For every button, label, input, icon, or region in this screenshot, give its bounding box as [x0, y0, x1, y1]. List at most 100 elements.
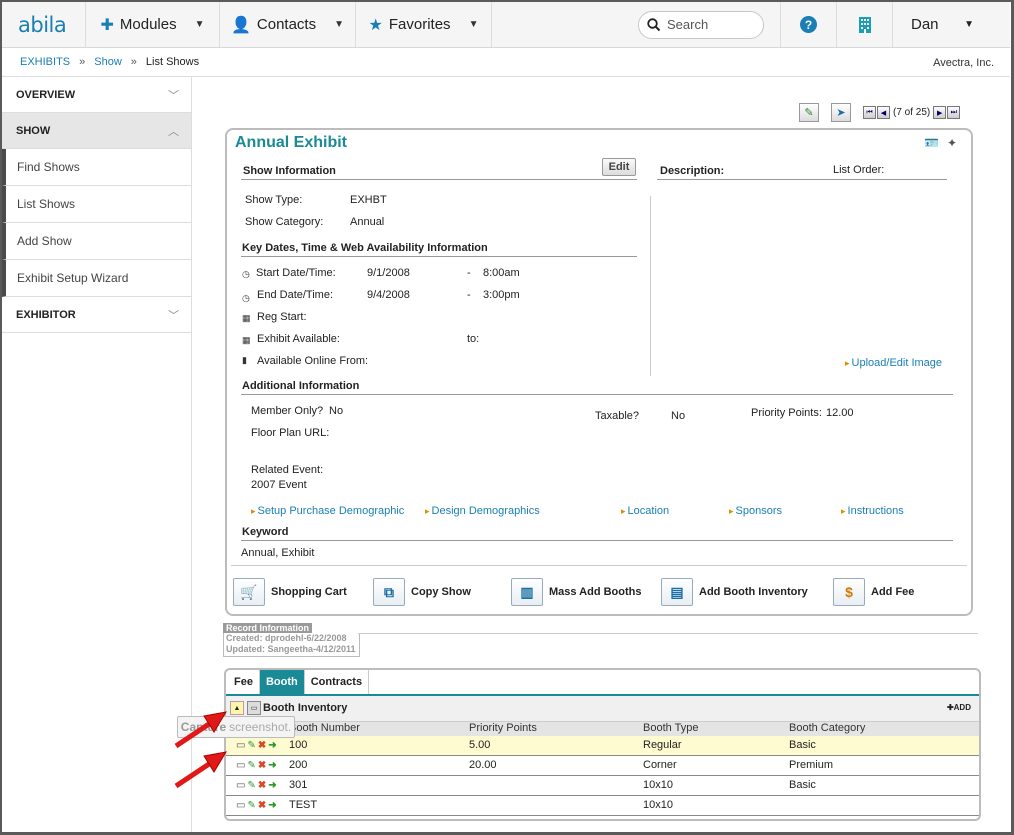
- keyword-value: Annual, Exhibit: [241, 547, 315, 559]
- table-row[interactable]: ▭ ✎ ✖ ➜ TEST 10x10: [226, 796, 979, 816]
- action-label: Copy Show: [411, 586, 471, 598]
- tab-fee[interactable]: Fee: [228, 670, 260, 694]
- sidebar-item-label: Exhibit Setup Wizard: [17, 271, 129, 285]
- shopping-cart-action[interactable]: 🛒 Shopping Cart: [233, 578, 347, 606]
- organization-button[interactable]: [836, 2, 892, 47]
- contacts-menu[interactable]: 👤 Contacts ▼: [220, 2, 356, 47]
- breadcrumb: EXHIBITS » Show » List Shows Avectra, In…: [2, 48, 1010, 77]
- table-row[interactable]: ▭ ✎ ✖ ➜ 200 20.00 Corner Premium: [226, 756, 979, 776]
- sidebar-item-add-show[interactable]: Add Show: [2, 223, 191, 260]
- favorites-menu[interactable]: ★ Favorites ▼: [356, 2, 492, 47]
- pencil-icon[interactable]: ✎: [247, 760, 255, 771]
- arrow-right-icon[interactable]: ➜: [268, 760, 276, 771]
- pencil-icon[interactable]: ✎: [247, 740, 255, 751]
- floor-plan-label: Floor Plan URL:: [251, 427, 330, 439]
- upload-image-link[interactable]: Upload/Edit Image: [845, 357, 943, 369]
- related-event-value[interactable]: 2007 Event: [251, 479, 307, 491]
- copy-show-action[interactable]: ⧉ Copy Show: [373, 578, 471, 606]
- column-header[interactable]: Booth Category: [789, 722, 865, 734]
- building-icon: [858, 16, 871, 33]
- chevron-down-icon: ﹀: [168, 89, 179, 102]
- search-placeholder: Search: [667, 17, 709, 32]
- folder-icon[interactable]: ▭: [236, 780, 245, 791]
- column-header[interactable]: Booth Type: [643, 722, 698, 734]
- tab-contracts[interactable]: Contracts: [305, 670, 370, 694]
- column-header[interactable]: Priority Points: [469, 722, 537, 734]
- add-booth-inventory-action[interactable]: ▤ Add Booth Inventory: [661, 578, 808, 606]
- sidebar-item-find-shows[interactable]: Find Shows: [2, 149, 191, 186]
- booth-inventory-icon: ▤: [661, 578, 693, 606]
- breadcrumb-show[interactable]: Show: [94, 56, 122, 68]
- document-icon: ▮: [242, 355, 247, 365]
- priority-points: 20.00: [469, 759, 497, 771]
- help-button[interactable]: ?: [780, 2, 836, 47]
- booths-icon: ▥: [511, 578, 543, 606]
- design-demographics-link[interactable]: Design Demographics: [425, 505, 540, 517]
- sidebar-item-list-shows[interactable]: List Shows: [2, 186, 191, 223]
- show-information-heading: Show Information: [243, 165, 336, 177]
- sidebar-item-exhibit-setup-wizard[interactable]: Exhibit Setup Wizard: [2, 260, 191, 297]
- list-order-label: List Order:: [833, 164, 885, 176]
- tab-booth[interactable]: Booth: [259, 670, 305, 694]
- arrow-right-icon[interactable]: ➜: [268, 780, 276, 791]
- pencil-icon[interactable]: ✎: [247, 780, 255, 791]
- pencil-icon[interactable]: ✎: [247, 800, 255, 811]
- search-input[interactable]: Search: [638, 10, 764, 39]
- next-record-button[interactable]: ▶: [933, 106, 947, 119]
- folder-icon[interactable]: ▭: [236, 740, 245, 751]
- collapse-button[interactable]: ▲: [230, 701, 244, 715]
- column-header[interactable]: Booth Number: [289, 722, 360, 734]
- profile-card-icon[interactable]: 🪪: [924, 136, 939, 150]
- modules-menu[interactable]: ✚ Modules ▼: [86, 2, 220, 47]
- user-menu[interactable]: Dan ▼: [892, 2, 990, 47]
- search-icon: [647, 17, 661, 31]
- cursor-icon: ➤: [836, 107, 846, 119]
- folder-icon[interactable]: ▭: [236, 760, 245, 771]
- window-button[interactable]: ▭: [247, 701, 261, 715]
- arrow-right-icon[interactable]: ➜: [268, 740, 276, 751]
- location-link[interactable]: Location: [621, 505, 670, 517]
- divider: [241, 256, 637, 257]
- booth-panel: Fee Booth Contracts ▲ ▭ Booth Inventory …: [224, 668, 981, 821]
- sidebar: OVERVIEW ﹀ SHOW ︿ Find Shows List Shows …: [2, 77, 192, 832]
- previous-record-button[interactable]: ◀: [877, 106, 890, 119]
- table-row[interactable]: ▭ ✎ ✖ ➜ 301 10x10 Basic: [226, 776, 979, 796]
- window-icon: ▭: [250, 705, 258, 712]
- available-online-label: Available Online From:: [257, 355, 369, 367]
- delete-icon[interactable]: ✖: [258, 740, 266, 751]
- sidebar-section-exhibitor[interactable]: EXHIBITOR ﹀: [2, 297, 191, 333]
- booth-number: 301: [289, 779, 308, 791]
- folder-icon[interactable]: ▭: [236, 800, 245, 811]
- breadcrumb-separator: »: [130, 56, 137, 68]
- sidebar-section-show[interactable]: SHOW ︿: [2, 113, 191, 149]
- organization-name: Avectra, Inc.: [933, 57, 994, 69]
- breadcrumb-exhibits[interactable]: EXHIBITS: [20, 56, 70, 68]
- setup-purchase-demographic-link[interactable]: Setup Purchase Demographic: [251, 505, 405, 517]
- booth-inventory-bar: ▲ ▭ Booth Inventory ✚ADD: [226, 696, 979, 722]
- mass-add-booths-action[interactable]: ▥ Mass Add Booths: [511, 578, 642, 606]
- sidebar-section-overview[interactable]: OVERVIEW ﹀: [2, 77, 191, 113]
- goto-button[interactable]: ➤: [831, 103, 851, 122]
- last-record-button[interactable]: ⏭: [947, 106, 961, 119]
- edit-record-button[interactable]: ✎: [799, 103, 819, 122]
- add-booth-button[interactable]: ✚ADD: [947, 703, 971, 712]
- delete-icon[interactable]: ✖: [258, 760, 266, 771]
- breadcrumb-current: List Shows: [145, 56, 200, 68]
- first-record-button[interactable]: ⏮: [863, 106, 876, 119]
- delete-icon[interactable]: ✖: [258, 780, 266, 791]
- abila-logo[interactable]: abila: [2, 2, 86, 48]
- table-row[interactable]: ▭ ✎ ✖ ➜ 100 5.00 Regular Basic: [226, 736, 979, 756]
- booth-category: Basic: [789, 739, 816, 751]
- priority-points-label: Priority Points:: [751, 407, 822, 419]
- record-information: Record Information Created: dprodehl-6/2…: [223, 623, 360, 657]
- instructions-link[interactable]: Instructions: [841, 505, 904, 517]
- delete-icon[interactable]: ✖: [258, 800, 266, 811]
- wand-icon[interactable]: ✦: [947, 136, 957, 150]
- modules-label: Modules: [119, 16, 177, 33]
- show-card: Annual Exhibit 🪪 ✦ Show Information Edit…: [225, 128, 973, 616]
- taxable-value: No: [671, 410, 686, 422]
- edit-show-button[interactable]: Edit: [602, 158, 636, 176]
- sponsors-link[interactable]: Sponsors: [729, 505, 782, 517]
- add-fee-action[interactable]: $ Add Fee: [833, 578, 914, 606]
- arrow-right-icon[interactable]: ➜: [268, 800, 276, 811]
